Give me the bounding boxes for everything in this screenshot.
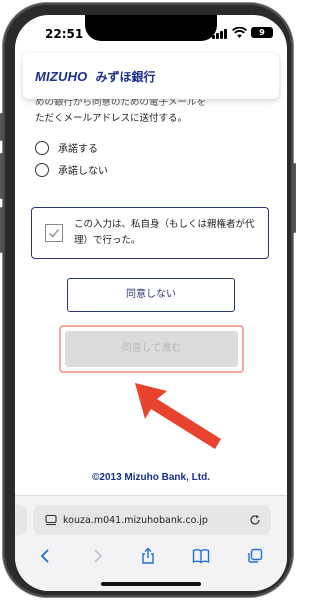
previous-tab-peek[interactable]: [15, 505, 27, 535]
bank-header: MIZUHO みずほ銀行: [23, 53, 279, 99]
page-settings-icon[interactable]: [45, 514, 57, 526]
disagree-button[interactable]: 同意しない: [67, 278, 235, 312]
home-indicator[interactable]: [101, 582, 201, 586]
radio-option-decline[interactable]: 承諾しない: [35, 162, 108, 177]
consent-text: この入力は、私自身（もしくは親権者が代理）で行った。: [74, 219, 255, 246]
address-url[interactable]: kouza.m041.mizuhobank.co.jp: [63, 515, 247, 526]
share-icon[interactable]: [140, 547, 156, 565]
consent-checkbox[interactable]: [45, 224, 63, 242]
volume-up-button: [0, 153, 3, 199]
battery-icon: 9: [251, 27, 273, 38]
power-button: [293, 163, 296, 233]
browser-bottom-bar: kouza.m041.mizuhobank.co.jp: [15, 495, 287, 591]
browser-toolbar: [15, 544, 287, 568]
logo-bank-name: みずほ銀行: [95, 69, 156, 84]
tabs-icon[interactable]: [247, 548, 263, 564]
reload-icon[interactable]: [249, 514, 261, 526]
radio-option-accept[interactable]: 承諾する: [35, 140, 98, 155]
radio-label-decline: 承諾しない: [58, 166, 108, 177]
back-icon[interactable]: [39, 548, 53, 564]
agree-and-proceed-button[interactable]: 同意して進む: [65, 331, 238, 367]
address-bar[interactable]: kouza.m041.mizuhobank.co.jp: [33, 505, 271, 535]
screen: 22:51 9 MIZUHO みずほ銀行 めの銀行から同意のための電子メールを …: [15, 15, 287, 591]
mute-switch: [0, 113, 3, 141]
consent-checkbox-card[interactable]: この入力は、私自身（もしくは親権者が代理）で行った。: [31, 207, 269, 259]
bookmarks-icon[interactable]: [192, 548, 210, 564]
copyright-text: ©2013 Mizuho Bank, Ltd.: [92, 472, 210, 483]
wifi-icon: [232, 27, 247, 38]
radio-button[interactable]: [35, 140, 49, 155]
forward-icon[interactable]: [90, 548, 104, 564]
notch: [85, 15, 217, 41]
phone-frame: 22:51 9 MIZUHO みずほ銀行 めの銀行から同意のための電子メールを …: [0, 3, 296, 597]
cellular-signal-icon: [212, 29, 227, 39]
status-bar: 22:51 9: [15, 15, 287, 51]
logo-mizuho[interactable]: MIZUHO: [35, 69, 87, 84]
intro-text: めの銀行から同意のための電子メールを ただくメールアドレスに送付する。: [35, 95, 271, 127]
radio-label-accept: 承諾する: [58, 144, 98, 155]
checkmark-icon: [48, 228, 60, 238]
volume-down-button: [0, 207, 3, 253]
status-time: 22:51: [45, 27, 84, 41]
intro-line-2: ただくメールアドレスに送付する。: [35, 113, 188, 124]
radio-button[interactable]: [35, 162, 49, 177]
red-arrow-icon: [135, 383, 221, 449]
